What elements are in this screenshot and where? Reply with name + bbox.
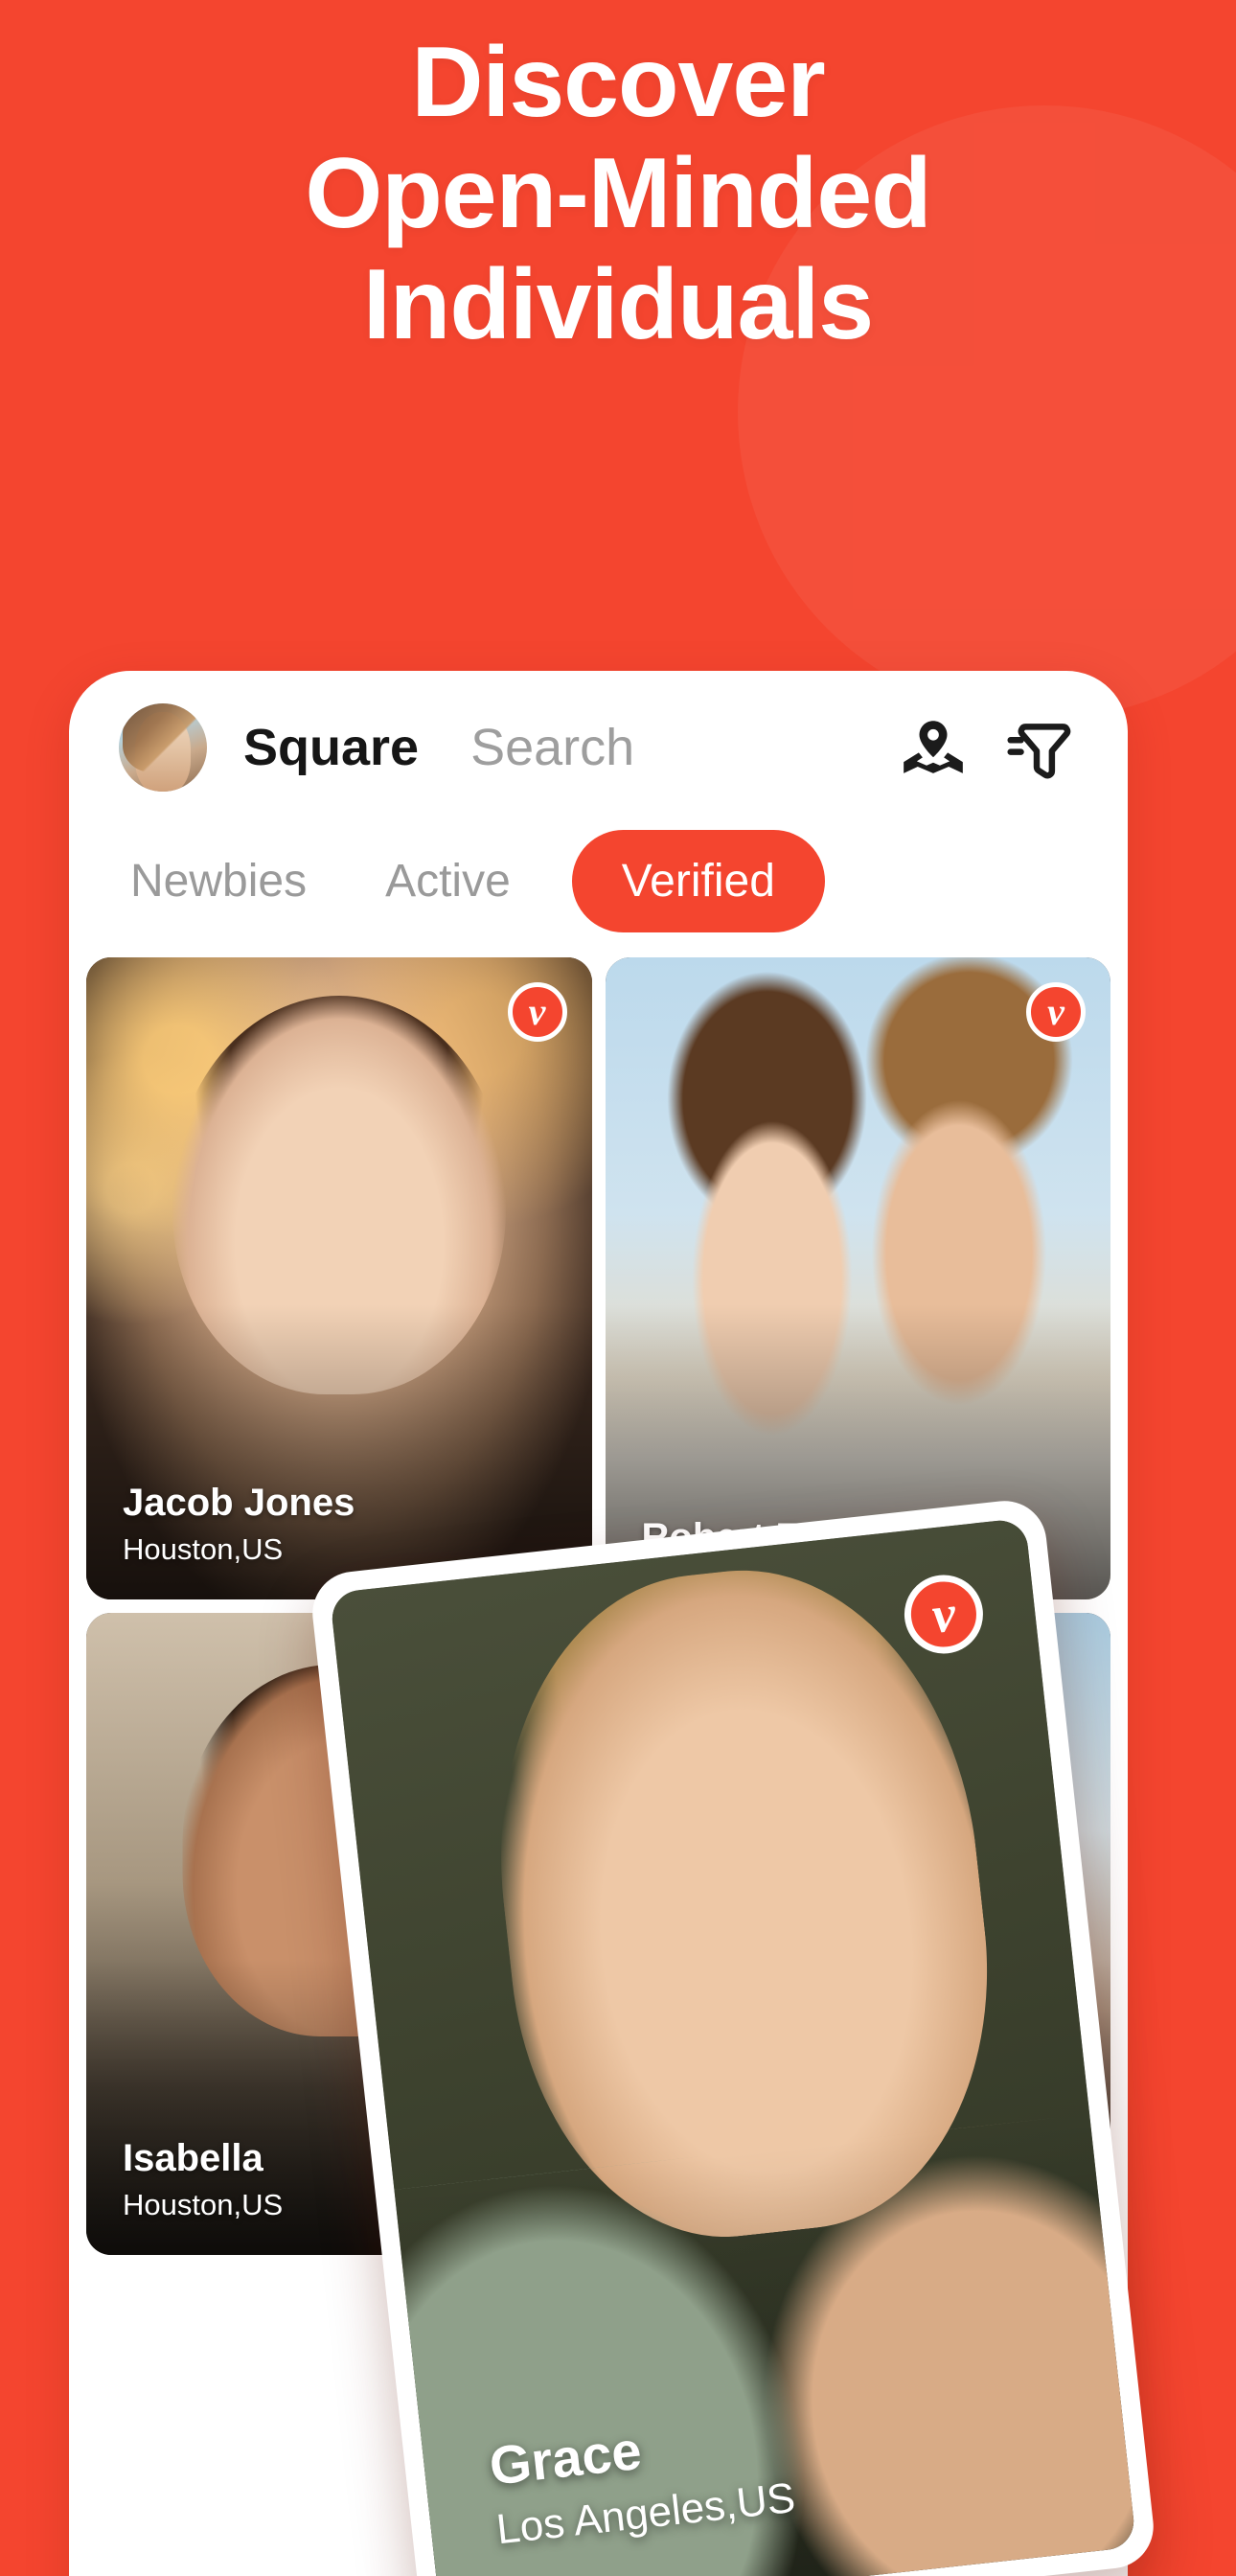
profile-card[interactable]: v Jacob Jones Houston,US xyxy=(86,957,592,1599)
profile-name: Isabella xyxy=(123,2137,263,2179)
featured-card-inner: v Grace Los Angeles,US xyxy=(329,1517,1137,2576)
page-title: Square xyxy=(243,719,420,776)
promo-headline: Discover Open-Minded Individuals xyxy=(0,33,1236,366)
filter-tabs: Newbies Active Verified xyxy=(113,824,1128,957)
headline-line-3: Individuals xyxy=(362,249,874,360)
app-store-promo-screen: Discover Open-Minded Individuals Square … xyxy=(0,0,1236,2576)
verified-badge-icon: v xyxy=(507,982,567,1042)
filter-icon[interactable] xyxy=(1003,712,1074,783)
tab-newbies[interactable]: Newbies xyxy=(113,855,324,908)
profile-name: Jacob Jones xyxy=(123,1482,355,1524)
profile-card[interactable]: v Robert Fox xyxy=(605,957,1110,1599)
tab-active[interactable]: Active xyxy=(368,855,528,908)
verified-badge-icon: v xyxy=(1026,982,1086,1042)
profile-meta: Jacob Jones Houston,US xyxy=(123,1481,355,1567)
profile-meta: Isabella Houston,US xyxy=(123,2136,283,2222)
map-pin-icon[interactable] xyxy=(898,712,969,783)
avatar[interactable] xyxy=(119,703,207,792)
headline-line-2: Open-Minded xyxy=(305,138,931,249)
featured-profile-card[interactable]: v Grace Los Angeles,US xyxy=(308,1496,1158,2576)
profile-location: Houston,US xyxy=(123,1532,284,1566)
tab-verified[interactable]: Verified xyxy=(571,830,825,932)
app-bar: Square Search xyxy=(69,671,1128,824)
search-link[interactable]: Search xyxy=(470,718,634,777)
headline-line-1: Discover xyxy=(411,27,825,138)
profile-location: Houston,US xyxy=(123,2188,284,2221)
